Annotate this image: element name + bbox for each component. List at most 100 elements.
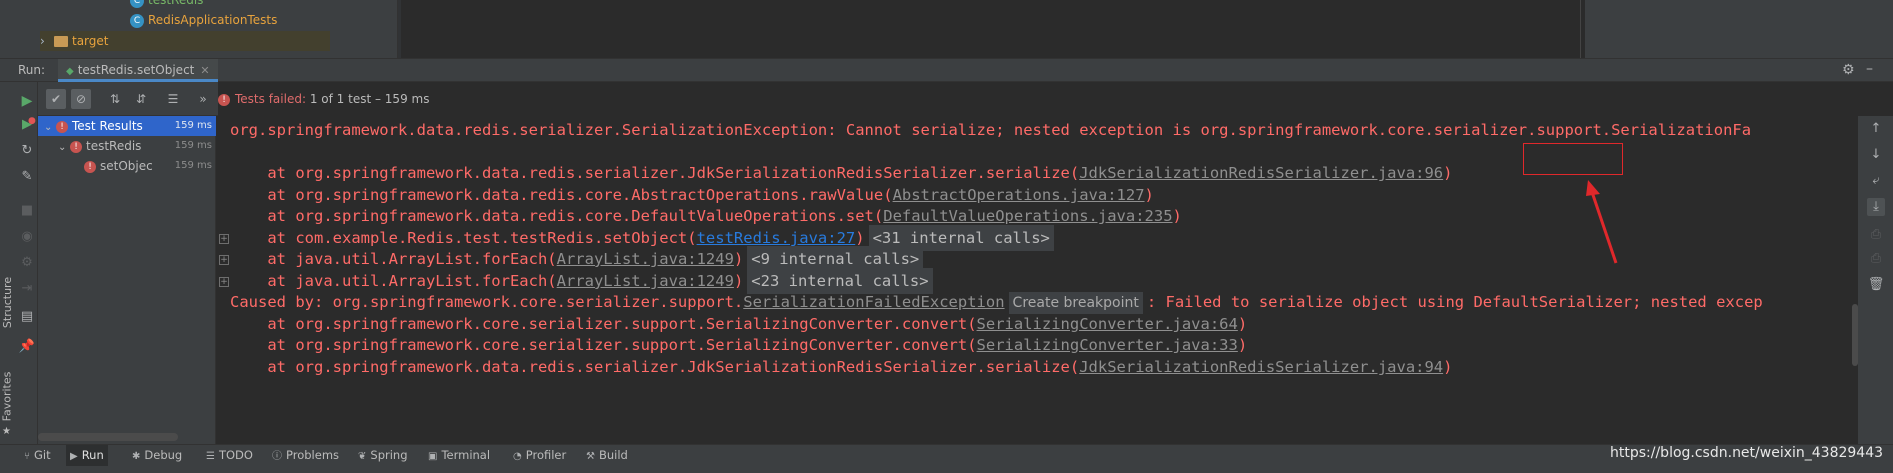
stack-text: ) [1237, 336, 1248, 354]
stack-link[interactable]: ArrayList.java:1249 [557, 272, 734, 290]
tool-tab-build[interactable]: ⚒ Build [582, 445, 632, 467]
test-config-icon: ◆ [66, 66, 74, 77]
tool-tab-label: TODO [218, 448, 253, 462]
chevron-down-icon[interactable]: ⌄ [58, 138, 70, 156]
tool-tab-label: Spring [370, 448, 408, 462]
expand-fold-icon[interactable]: + [219, 234, 229, 244]
expand-all-icon[interactable]: ☰ [163, 89, 183, 109]
editor-gutter [398, 0, 401, 58]
stack-text: at java.util.ArrayList.forEach( [230, 250, 557, 268]
tool-tab-debug[interactable]: ✱ Debug [128, 445, 186, 467]
stack-text: at java.util.ArrayList.forEach( [230, 272, 557, 290]
pin-icon[interactable]: 📌 [18, 338, 36, 356]
exit-icon[interactable]: ⇥ [18, 280, 36, 298]
structure-tool-tab[interactable]: Structure [1, 277, 14, 328]
chevron-right-icon[interactable]: › [40, 31, 54, 51]
project-item-testredis[interactable]: CtestRedis [130, 0, 203, 10]
tab-label: testRedis.setObject [77, 63, 195, 77]
sort-alphabetically-icon[interactable]: ⇅ [105, 89, 125, 109]
console-line-exception: org.springframework.data.redis.serialize… [230, 121, 1752, 139]
tree-node-test-results[interactable]: ⌄! Test Results 159 ms [38, 116, 216, 136]
wrench-icon[interactable]: ✎ [18, 168, 36, 186]
stack-text: ) [855, 229, 865, 247]
tool-tab-profiler[interactable]: ◔ Profiler [509, 445, 570, 467]
tool-tab-problems[interactable]: ⓘ Problems [268, 445, 343, 467]
stack-link[interactable]: DefaultValueOperations.java:235 [883, 207, 1172, 225]
show-passed-icon[interactable]: ✔ [46, 89, 66, 109]
print-icon[interactable]: ⎙ [1867, 226, 1885, 244]
close-icon[interactable]: ✕ [200, 64, 209, 77]
toggle-auto-test-icon[interactable]: ↻ [18, 142, 36, 160]
stop-icon[interactable]: ■ [18, 202, 36, 220]
stack-text: ) [1237, 315, 1248, 333]
rerun-failed-icon[interactable]: ▶ ● [18, 116, 36, 134]
list-icon: ☰ [206, 451, 215, 462]
arrow-down-icon[interactable]: ↓ [1867, 146, 1885, 164]
tool-tab-spring[interactable]: ❦ Spring [354, 445, 412, 467]
tab-test-redis-set-object[interactable]: ◆ testRedis.setObject ✕ [58, 59, 218, 82]
stack-text: at com.example.Redis.test.testRedis.setO… [230, 229, 697, 247]
project-item-target[interactable]: › target [40, 31, 330, 51]
terminal-icon: ▣ [428, 451, 438, 462]
scroll-to-end-icon[interactable]: ⤓ [1867, 198, 1885, 216]
stack-text: at org.springframework.data.redis.serial… [230, 164, 1080, 182]
trash-icon[interactable]: 🗑 [1867, 276, 1885, 294]
tree-horizontal-scrollbar[interactable] [38, 433, 178, 441]
expand-fold-icon[interactable]: + [219, 277, 229, 287]
soft-wrap-icon[interactable]: ⤶ [1867, 172, 1885, 190]
tree-node-testredis[interactable]: ⌄! testRedis 159 ms [38, 136, 216, 156]
stack-link[interactable]: JdkSerializationRedisSerializer.java:94 [1079, 358, 1443, 376]
chevron-down-icon[interactable]: ⌄ [44, 118, 56, 136]
tree-node-label: setObjec [100, 159, 153, 173]
tool-tab-terminal[interactable]: ▣ Terminal [424, 445, 494, 467]
show-ignored-icon[interactable]: ⊘ [71, 89, 91, 109]
print-alt-icon[interactable]: ⎙ [1867, 250, 1885, 268]
tool-tab-run[interactable]: ▶ Run [66, 445, 108, 467]
expand-fold-icon[interactable]: + [219, 255, 229, 265]
run-icon[interactable]: ▶ [18, 92, 36, 110]
sort-by-duration-icon[interactable]: ⇵ [131, 89, 151, 109]
stack-link[interactable]: SerializingConverter.java:33 [977, 336, 1238, 354]
stack-text: at org.springframework.core.serializer.s… [230, 315, 977, 333]
stack-text: at org.springframework.data.redis.serial… [230, 358, 1080, 376]
tool-tab-git[interactable]: ⑂ Git [20, 445, 55, 467]
project-panel: CtestRedis C RedisApplicationTests › targe… [0, 0, 398, 58]
gear-icon[interactable]: ⚙ [1842, 62, 1855, 78]
project-item-label: target [72, 34, 109, 48]
exception-link[interactable]: SerializationFailedException [743, 293, 1004, 311]
arrow-up-icon[interactable]: ↑ [1867, 120, 1885, 138]
tree-node-setobject[interactable]: ! setObjec 159 ms [38, 156, 216, 176]
tests-failed-count: 1 [309, 92, 318, 106]
run-label: Run: [18, 63, 46, 77]
tests-status: ! Tests failed: 1 of 1 test – 159 ms [218, 82, 618, 116]
star-icon: ★ [2, 426, 11, 437]
favorites-tool-tab[interactable]: Favorites [0, 372, 13, 422]
layout-icon[interactable]: ▤ [18, 308, 36, 326]
tree-node-label: Test Results [72, 119, 143, 133]
dump-threads-icon[interactable]: ⚙ [18, 254, 36, 272]
stack-text: ) [733, 272, 744, 290]
stack-link[interactable]: SerializingConverter.java:64 [977, 315, 1238, 333]
stack-text: Caused by: org.springframework.core.seri… [230, 293, 744, 311]
tests-failed-summary: of 1 test – 159 ms [321, 92, 430, 106]
stack-link[interactable]: testRedis.java:27 [697, 229, 856, 247]
stack-text: : Failed to serialize object using Defau… [1146, 293, 1763, 311]
folder-icon [54, 36, 68, 47]
stack-link[interactable]: JdkSerializationRedisSerializer.java:96 [1079, 164, 1443, 182]
stack-link[interactable]: ArrayList.java:1249 [557, 250, 734, 268]
stack-text: ) [1443, 358, 1453, 376]
info-icon: ⓘ [272, 451, 282, 462]
git-branch-icon: ⑂ [24, 451, 30, 462]
more-chevron-icon[interactable]: » [193, 89, 213, 109]
project-item-redis-application-tests[interactable]: C RedisApplicationTests [130, 10, 277, 30]
minimize-icon[interactable]: – [1866, 61, 1873, 77]
tool-tab-todo[interactable]: ☰ TODO [202, 445, 257, 467]
project-item-label: testRedis [148, 0, 204, 7]
tree-node-label: testRedis [86, 139, 142, 153]
camera-icon[interactable]: ◉ [18, 228, 36, 246]
tree-node-time: 159 ms [174, 140, 212, 151]
tool-tab-label: Run [81, 448, 104, 462]
watermark-text: https://blog.csdn.net/weixin_43829443 [1610, 445, 1884, 461]
stack-link[interactable]: AbstractOperations.java:127 [893, 186, 1145, 204]
error-icon: ! [84, 160, 96, 173]
